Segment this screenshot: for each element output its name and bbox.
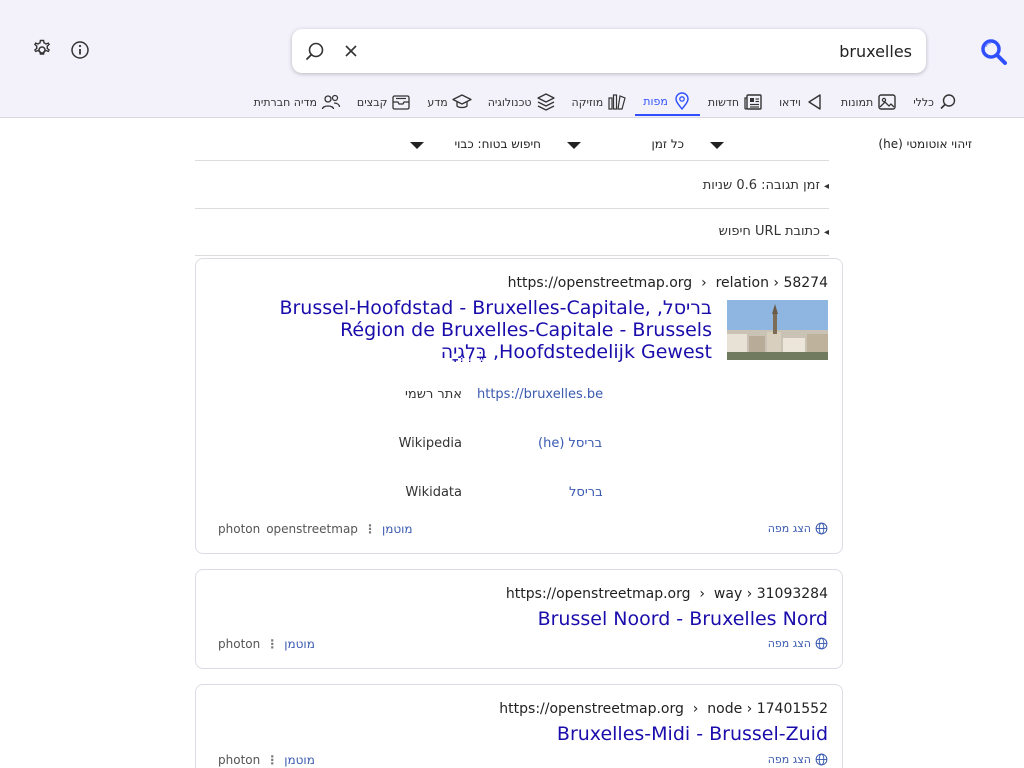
tab-label: טכנולוגיה: [487, 95, 532, 109]
info-label: Wikipedia: [398, 436, 462, 451]
search-url-text: כתובת URL חיפוש: [718, 224, 820, 239]
category-tabs: כללי תמונות וידאו חדשות מפות מוזיקה טכנו…: [246, 88, 966, 118]
search-icon[interactable]: [304, 40, 326, 62]
engine-name: photon: [218, 522, 261, 536]
search-url-toggle[interactable]: ◂כתובת URL חיפוש: [719, 224, 829, 239]
engine-name: photon: [218, 637, 261, 651]
engine-name: photon: [218, 753, 261, 767]
info-value-link[interactable]: https://bruxelles.be: [477, 387, 603, 402]
info-label: אתר רשמי: [405, 387, 462, 402]
result-card: https://openstreetmap.org › relation › 5…: [195, 258, 843, 554]
engine-name: openstreetmap: [266, 522, 358, 536]
result-meta: מוטמן ⋮ photon: [218, 753, 315, 767]
result-url-host: https://openstreetmap.org: [507, 275, 693, 291]
tab-news[interactable]: חדשות: [700, 88, 771, 116]
play-icon: [808, 94, 821, 110]
archive-icon: [392, 95, 411, 110]
search-icon: [940, 94, 956, 110]
gear-icon[interactable]: [31, 39, 53, 61]
tab-label: כללי: [913, 95, 934, 109]
header: כללי תמונות וידאו חדשות מפות מוזיקה טכנו…: [0, 0, 1024, 118]
layers-icon: [536, 93, 555, 111]
tab-science[interactable]: מדע: [419, 88, 479, 116]
language-select-value: זיהוי אוטומטי (he): [878, 137, 972, 151]
clear-icon[interactable]: [340, 40, 362, 62]
show-map-label: הצג מפה: [767, 637, 811, 650]
time-range-select[interactable]: כל זמן: [651, 137, 684, 151]
tab-it[interactable]: טכנולוגיה: [480, 88, 564, 116]
newspaper-icon: [744, 94, 762, 110]
show-map-link[interactable]: הצג מפה: [768, 753, 828, 766]
info-value-link[interactable]: בריסל: [569, 485, 603, 500]
result-title[interactable]: Bruxelles-Midi - Brussel-Zuid: [557, 723, 828, 745]
image-icon: [878, 94, 896, 110]
result-card: https://openstreetmap.org › node › 17401…: [195, 684, 843, 768]
tab-label: מפות: [643, 94, 668, 108]
response-time-toggle[interactable]: ◂זמן תגובה: 0.6 שניות: [703, 178, 829, 193]
tab-label: מדע: [427, 95, 448, 109]
chevron-down-icon: [410, 142, 424, 149]
result-url-path: node › 17401552: [707, 701, 828, 717]
tab-label: וידאו: [779, 95, 801, 109]
map-pin-icon: [675, 92, 689, 111]
info-icon[interactable]: [70, 40, 90, 60]
more-vertical-icon: ⋮: [363, 522, 376, 536]
more-vertical-icon: ⋮: [266, 637, 279, 651]
globe-icon: [815, 753, 828, 766]
language-select[interactable]: זיהוי אוטומטי (he): [878, 137, 972, 151]
search-input[interactable]: [452, 39, 912, 63]
tab-label: מדיה חברתית: [253, 95, 317, 109]
response-time-text: זמן תגובה: 0.6 שניות: [702, 178, 820, 193]
result-url-host: https://openstreetmap.org: [499, 701, 684, 717]
tab-label: קבצים: [356, 95, 388, 109]
filters-row: כל זמן חיפוש בטוח: כבוי: [195, 128, 829, 161]
result-url[interactable]: https://openstreetmap.org › way › 310932…: [506, 586, 828, 602]
result-card: https://openstreetmap.org › way › 310932…: [195, 569, 843, 669]
triangle-left-icon: ◂: [823, 227, 829, 238]
cached-link[interactable]: מוטמן: [284, 753, 315, 767]
tab-label: מוזיקה: [571, 95, 604, 109]
result-thumbnail[interactable]: [727, 300, 828, 360]
result-url-path: relation › 58274: [715, 275, 828, 291]
people-icon: [321, 94, 341, 110]
tab-images[interactable]: תמונות: [833, 88, 905, 116]
result-meta: מוטמן ⋮ openstreetmap photon: [218, 522, 413, 536]
cached-link[interactable]: מוטמן: [284, 637, 315, 651]
info-label: Wikidata: [405, 485, 462, 500]
show-map-label: הצג מפה: [767, 753, 811, 766]
tab-general[interactable]: כללי: [905, 88, 966, 116]
result-meta: מוטמן ⋮ photon: [218, 637, 315, 651]
tab-music[interactable]: מוזיקה: [564, 88, 636, 116]
triangle-left-icon: ◂: [823, 181, 829, 192]
result-url[interactable]: https://openstreetmap.org › relation › 5…: [508, 275, 828, 291]
more-vertical-icon: ⋮: [266, 753, 279, 767]
music-icon: [608, 94, 626, 110]
result-url-host: https://openstreetmap.org: [505, 586, 691, 602]
chevron-down-icon: [710, 142, 724, 149]
result-url-path: way › 31093284: [713, 586, 828, 602]
result-url[interactable]: https://openstreetmap.org › node › 17401…: [499, 701, 828, 717]
result-title[interactable]: Brussel Noord - Bruxelles Nord: [538, 608, 828, 630]
search-box: [292, 29, 926, 73]
info-value-link[interactable]: בריסל (he): [538, 436, 602, 451]
tab-label: חדשות: [707, 95, 740, 109]
cached-link[interactable]: מוטמן: [382, 522, 413, 536]
chevron-down-icon: [567, 142, 581, 149]
tab-files[interactable]: קבצים: [349, 88, 419, 116]
tab-videos[interactable]: וידאו: [771, 88, 833, 116]
graduation-cap-icon: [452, 94, 472, 109]
safe-search-select[interactable]: חיפוש בטוח: כבוי: [454, 137, 541, 151]
search-logo-icon[interactable]: [980, 38, 1008, 66]
show-map-link[interactable]: הצג מפה: [768, 637, 828, 650]
show-map-label: הצג מפה: [767, 522, 811, 535]
tab-maps[interactable]: מפות: [635, 88, 700, 116]
result-title[interactable]: בריסל, Brussel-Hoofdstad - Bruxelles-Cap…: [242, 297, 712, 363]
globe-icon: [815, 637, 828, 650]
divider: [195, 255, 829, 256]
globe-icon: [815, 522, 828, 535]
show-map-link[interactable]: הצג מפה: [768, 522, 828, 535]
divider: [195, 208, 829, 209]
tab-label: תמונות: [840, 95, 874, 109]
tab-social-media[interactable]: מדיה חברתית: [246, 88, 349, 116]
